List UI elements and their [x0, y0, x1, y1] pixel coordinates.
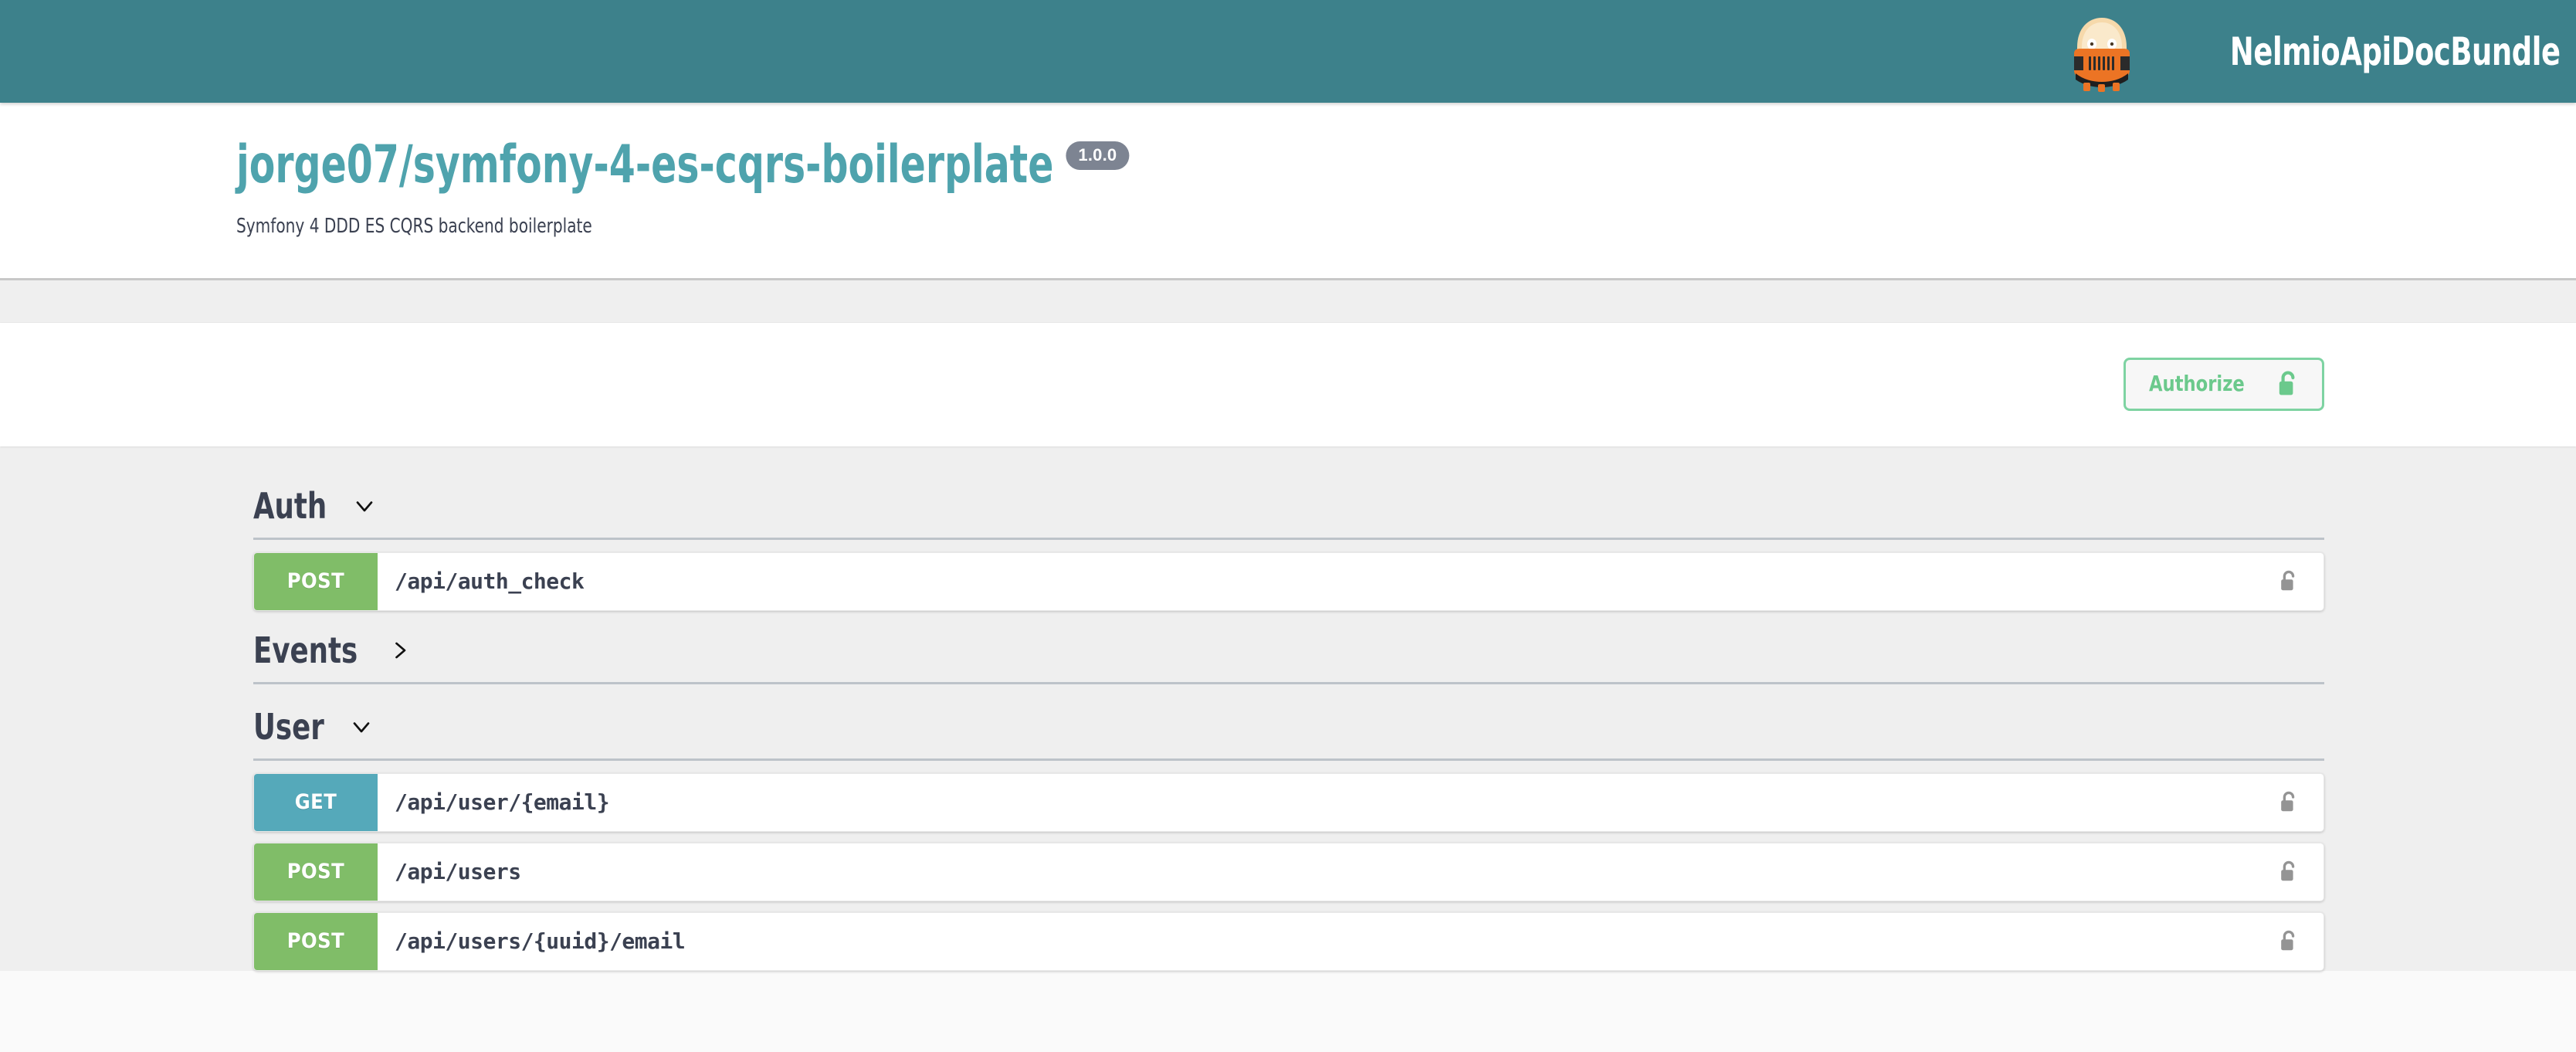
unlock-icon[interactable] [2254, 843, 2323, 901]
operation-method-badge: POST [254, 843, 378, 901]
operation-row[interactable]: POST /api/users/{uuid}/email [253, 911, 2324, 971]
tag-name-label: Auth [253, 484, 327, 527]
tag-section-auth: Auth POST /api/auth_check [253, 477, 2324, 611]
page-title: jorge07/symfony-4-es-cqrs-boilerplate 1.… [236, 134, 2108, 195]
authorize-bar: Authorize [0, 322, 2576, 446]
schemes-band [0, 277, 2576, 323]
tag-header-auth[interactable]: Auth [253, 477, 2324, 540]
operation-path: /api/users/{uuid}/email [395, 928, 686, 955]
tag-name-label: Events [253, 629, 358, 671]
operations-container: Auth POST /api/auth_check Events User GE… [253, 477, 2324, 971]
operation-method-badge: POST [254, 552, 378, 610]
chevron-down-icon[interactable] [350, 715, 373, 738]
operations-region: Auth POST /api/auth_check Events User GE… [0, 446, 2576, 971]
operation-list-auth: POST /api/auth_check [253, 540, 2324, 611]
api-title-text: jorge07/symfony-4-es-cqrs-boilerplate [236, 134, 1054, 195]
api-info-block: jorge07/symfony-4-es-cqrs-boilerplate 1.… [0, 103, 2576, 278]
operation-path: /api/user/{email} [395, 789, 610, 816]
operation-method-badge: POST [254, 912, 378, 970]
authorize-button-label: Authorize [2149, 371, 2246, 397]
unlock-icon[interactable] [2254, 913, 2323, 970]
chevron-down-icon[interactable] [353, 494, 376, 518]
tag-header-events[interactable]: Events [253, 622, 2324, 684]
authorize-button[interactable]: Authorize [2124, 358, 2324, 412]
operation-row[interactable]: POST /api/auth_check [253, 551, 2324, 611]
tag-section-user: User GET /api/user/{email} POST /api/use… [253, 698, 2324, 971]
api-description: Symfony 4 DDD ES CQRS backend boilerplat… [236, 214, 592, 238]
unlock-icon [2276, 368, 2300, 399]
chevron-right-icon[interactable] [388, 639, 412, 662]
operation-path: /api/auth_check [395, 568, 585, 595]
operation-method-badge: GET [254, 773, 378, 831]
unlock-icon[interactable] [2254, 774, 2323, 831]
nelmio-brand-link[interactable]: NelmioApiDocBundle [2066, 12, 2568, 92]
operation-row[interactable]: POST /api/users [253, 842, 2324, 901]
api-version-badge: 1.0.0 [1066, 141, 1130, 171]
nelmio-robot-logo-icon [2066, 12, 2137, 92]
unlock-icon[interactable] [2254, 553, 2323, 610]
tag-section-events: Events [253, 622, 2324, 684]
operation-path: /api/users [395, 859, 521, 885]
tag-header-user[interactable]: User [253, 698, 2324, 761]
brand-name-label: NelmioApiDocBundle [2230, 29, 2561, 74]
tag-name-label: User [253, 705, 324, 748]
operation-row[interactable]: GET /api/user/{email} [253, 772, 2324, 832]
top-header-bar: NelmioApiDocBundle [0, 0, 2576, 103]
operation-list-user: GET /api/user/{email} POST /api/users PO… [253, 761, 2324, 971]
